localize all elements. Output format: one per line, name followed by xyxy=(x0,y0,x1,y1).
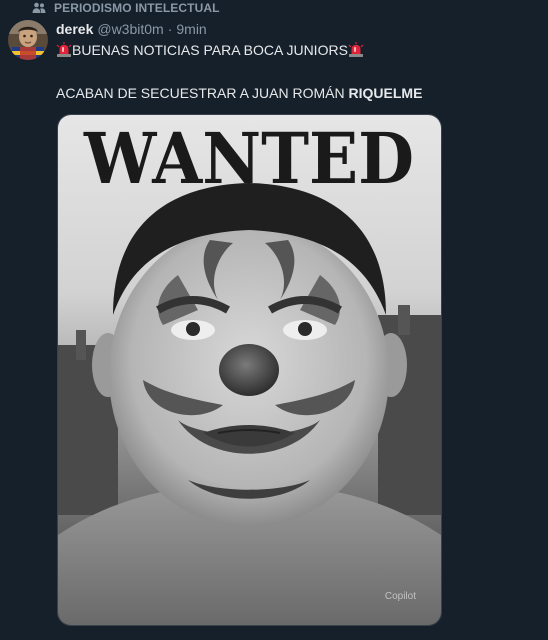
tweet-body-bold: RIQUELME xyxy=(348,85,423,101)
tweet-header: derek @w3bit0m · 9min xyxy=(56,20,540,38)
community-icon xyxy=(32,2,46,14)
community-name[interactable]: PERIODISMO INTELECTUAL xyxy=(54,1,220,15)
image-watermark: Copilot xyxy=(385,591,416,602)
tweet-text-line-1: BUENAS NOTICIAS PARA BOCA JUNIORS xyxy=(56,41,540,59)
tweet-image[interactable]: WANTED Copilot xyxy=(57,114,442,626)
tweet-content: derek @w3bit0m · 9min BUENAS NOTICIAS PA… xyxy=(56,20,540,102)
tweet-body: ACABAN DE SECUESTRAR A JUAN ROMÁN xyxy=(56,85,349,101)
timestamp[interactable]: 9min xyxy=(176,20,206,38)
community-context[interactable]: PERIODISMO INTELECTUAL xyxy=(32,0,220,16)
tweet[interactable]: PERIODISMO INTELECTUAL derek @w3bit0m · … xyxy=(0,0,548,640)
author-display-name[interactable]: derek xyxy=(56,20,93,38)
police-light-emoji xyxy=(348,42,364,58)
separator-dot: · xyxy=(167,21,173,37)
tweet-text-line-2: ACABAN DE SECUESTRAR A JUAN ROMÁN RIQUEL… xyxy=(56,84,540,102)
avatar[interactable] xyxy=(8,20,48,60)
tweet-headline: BUENAS NOTICIAS PARA BOCA JUNIORS xyxy=(72,42,348,58)
author-handle[interactable]: @w3bit0m xyxy=(97,20,163,38)
police-light-emoji xyxy=(56,42,72,58)
